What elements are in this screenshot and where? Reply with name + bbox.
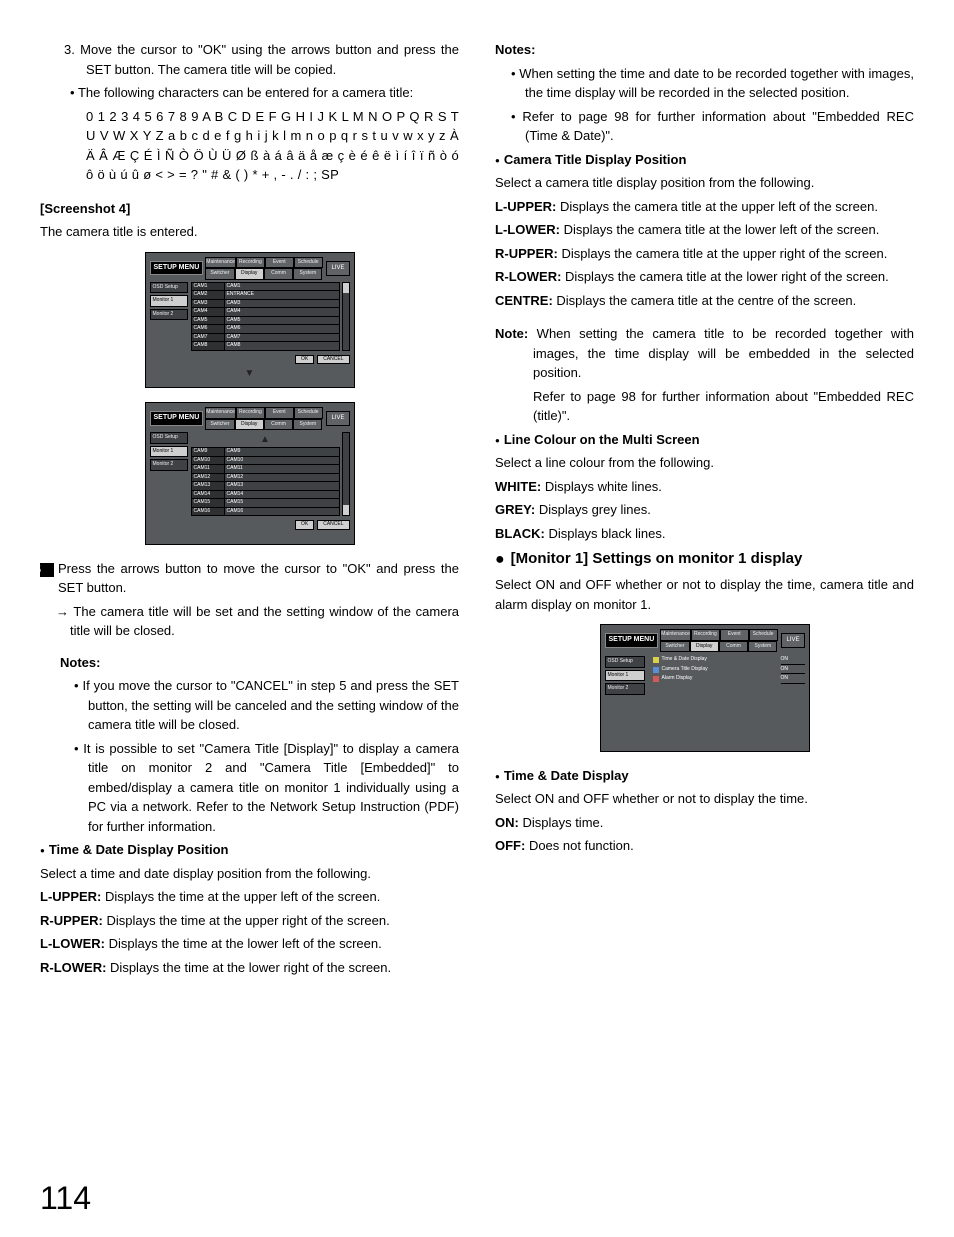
chars-list: 0 1 2 3 4 5 6 7 8 9 A B C D E F G H I J … bbox=[40, 107, 459, 185]
step-3: 3. Move the cursor to "OK" using the arr… bbox=[40, 40, 459, 79]
note-page-98-a: • Refer to page 98 for further informati… bbox=[495, 107, 914, 146]
tddp-intro: Select a time and date display position … bbox=[40, 864, 459, 884]
note-cancel: • If you move the cursor to "CANCEL" in … bbox=[74, 676, 459, 735]
tdd-intro: Select ON and OFF whether or not to disp… bbox=[495, 789, 914, 809]
screenshot-cam-titles-b: SETUP MENU MaintenanceRecordingEventSche… bbox=[145, 402, 355, 545]
screenshot-4-caption: The camera title is entered. bbox=[40, 222, 459, 242]
ctdp-lupper: L-UPPER: Displays the camera title at th… bbox=[495, 197, 914, 217]
line-black: BLACK: Displays black lines. bbox=[495, 524, 914, 544]
note-page-98-b: Refer to page 98 for further information… bbox=[495, 387, 914, 426]
line-white: WHITE: Displays white lines. bbox=[495, 477, 914, 497]
right-column: Notes: • When setting the time and date … bbox=[495, 40, 914, 981]
monitor-1-title: [Monitor 1] Settings on monitor 1 displa… bbox=[495, 547, 914, 571]
ctdp-intro: Select a camera title display position f… bbox=[495, 173, 914, 193]
tddp-lupper: L-UPPER: Displays the time at the upper … bbox=[40, 887, 459, 907]
ctdp-rlower: R-LOWER: Displays the camera title at th… bbox=[495, 267, 914, 287]
notes-label-right: Notes: bbox=[495, 42, 535, 57]
ctdp-llower: L-LOWER: Displays the camera title at th… bbox=[495, 220, 914, 240]
step-5: 5Press the arrows button to move the cur… bbox=[40, 559, 459, 598]
notes-label-left: Notes: bbox=[60, 655, 100, 670]
note-rec-position: • When setting the time and date to be r… bbox=[495, 64, 914, 103]
monitor-1-intro: Select ON and OFF whether or not to disp… bbox=[495, 575, 914, 614]
line-grey: GREY: Displays grey lines. bbox=[495, 500, 914, 520]
camera-title-display-position-title: Camera Title Display Position bbox=[495, 150, 914, 170]
ctdp-centre: CENTRE: Displays the camera title at the… bbox=[495, 291, 914, 311]
time-date-display-position-title: Time & Date Display Position bbox=[40, 840, 459, 860]
tdd-off: OFF: Does not function. bbox=[495, 836, 914, 856]
screenshot-monitor-1: SETUP MENU MaintenanceRecordingEventSche… bbox=[600, 624, 810, 752]
note-embedded: • It is possible to set "Camera Title [D… bbox=[74, 739, 459, 837]
tddp-rupper: R-UPPER: Displays the time at the upper … bbox=[40, 911, 459, 931]
time-date-display-title: Time & Date Display bbox=[495, 766, 914, 786]
screenshot-4-label: [Screenshot 4] bbox=[40, 201, 130, 216]
line-colour-title: Line Colour on the Multi Screen bbox=[495, 430, 914, 450]
screenshot-cam-titles-a: SETUP MENU MaintenanceRecordingEventSche… bbox=[145, 252, 355, 389]
note-embed-title: Note: When setting the camera title to b… bbox=[495, 324, 914, 383]
tdd-on: ON: Displays time. bbox=[495, 813, 914, 833]
left-column: 3. Move the cursor to "OK" using the arr… bbox=[40, 40, 459, 981]
step-5-result: → The camera title will be set and the s… bbox=[40, 602, 459, 641]
chars-intro: • The following characters can be entere… bbox=[40, 83, 459, 103]
line-colour-intro: Select a line colour from the following. bbox=[495, 453, 914, 473]
ctdp-rupper: R-UPPER: Displays the camera title at th… bbox=[495, 244, 914, 264]
page-number: 114 bbox=[40, 1180, 91, 1217]
tddp-llower: L-LOWER: Displays the time at the lower … bbox=[40, 934, 459, 954]
tddp-rlower: R-LOWER: Displays the time at the lower … bbox=[40, 958, 459, 978]
